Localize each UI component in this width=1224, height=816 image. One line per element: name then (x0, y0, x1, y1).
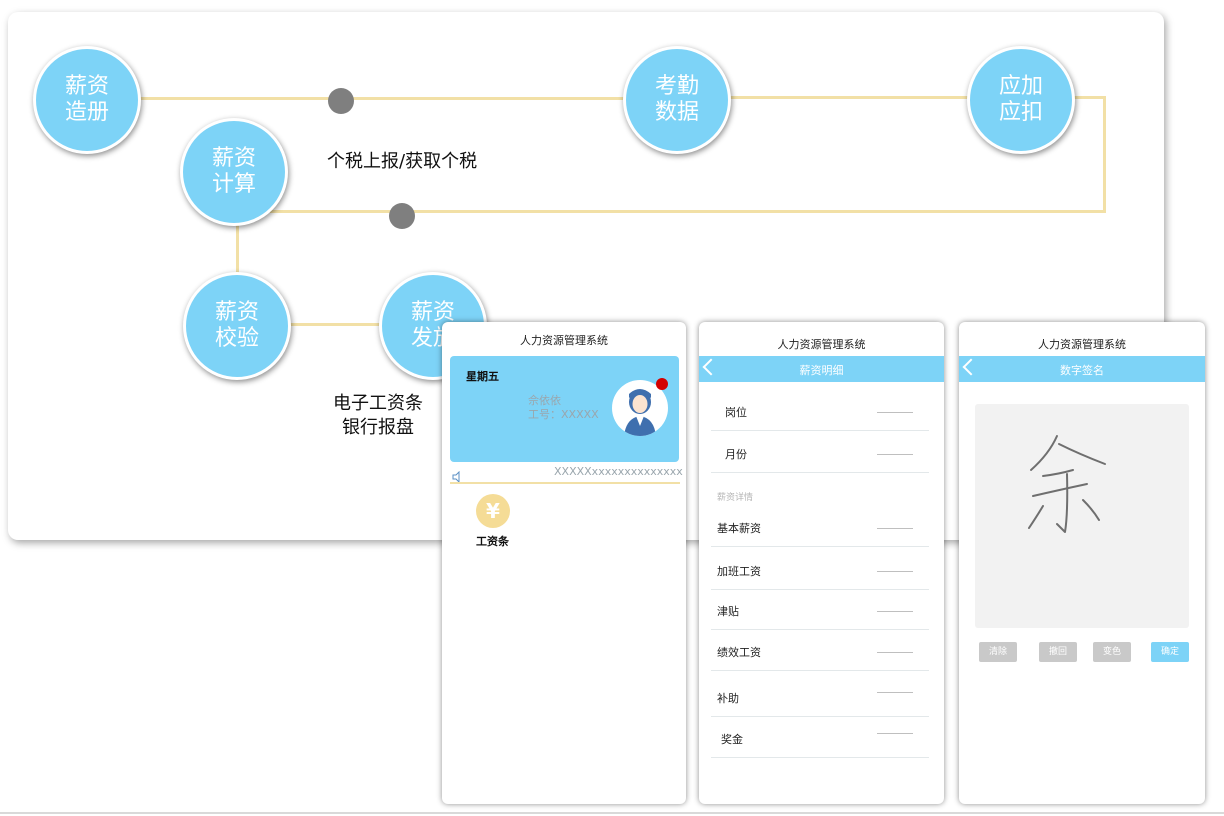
row-label: 月份 (725, 448, 747, 461)
node-add-deduct: 应加 应扣 (967, 46, 1075, 154)
divider (450, 482, 680, 484)
connector-adjust-right (1074, 96, 1106, 99)
clear-button[interactable]: 清除 (979, 642, 1017, 662)
detail-row-month[interactable]: 月份 (711, 434, 929, 473)
note-tax: 个税上报/获取个税 (327, 151, 478, 172)
detail-row-subsidy[interactable]: 补助 (711, 678, 929, 717)
signature-stroke (1028, 435, 1106, 533)
flow-dot-bottom (389, 203, 415, 229)
nav-bar: 数字签名 (959, 356, 1205, 382)
row-label: 津贴 (717, 605, 739, 618)
detail-row-allowance[interactable]: 津贴 (711, 591, 929, 630)
signature-pad[interactable] (975, 404, 1189, 628)
app-title: 人力资源管理系统 (1038, 338, 1126, 351)
node-salary-verify: 薪资 校验 (183, 272, 291, 380)
bottom-rule (0, 812, 1224, 814)
row-label: 加班工资 (717, 565, 761, 578)
phone-signature: 人力资源管理系统 数字签名 清除 撤回 变色 确定 (959, 322, 1205, 804)
nav-bar: 薪资明细 (699, 356, 944, 382)
connector-roster-attendance (140, 97, 626, 100)
note-payout: 电子工资条 银行报盘 (333, 393, 423, 438)
detail-row-base-salary[interactable]: 基本薪资 (711, 508, 929, 547)
node-attendance-data: 考勤 数据 (623, 46, 731, 154)
row-label: 绩效工资 (717, 646, 761, 659)
detail-row-position[interactable]: 岗位 (711, 392, 929, 431)
row-value-placeholder (877, 528, 913, 529)
speaker-icon (452, 468, 464, 487)
phone-home: 人力资源管理系统 星期五 佘依依 工号：XXXXX XXXXXxxxxxxxxx… (442, 322, 686, 804)
app-title: 人力资源管理系统 (520, 334, 608, 347)
app-title: 人力资源管理系统 (777, 338, 866, 351)
connector-calc-verify (236, 222, 239, 278)
node-salary-calc: 薪资 计算 (180, 118, 288, 226)
row-value-placeholder (877, 611, 913, 612)
detail-row-overtime[interactable]: 加班工资 (711, 551, 929, 590)
confirm-button[interactable]: 确定 (1151, 642, 1189, 662)
row-label: 奖金 (721, 733, 743, 746)
yen-icon[interactable]: ¥ (476, 494, 510, 528)
row-value-placeholder (877, 571, 913, 572)
weekday: 星期五 (466, 370, 499, 383)
connector-verify-pay (290, 323, 386, 326)
row-value-placeholder (877, 733, 913, 734)
node-salary-roster: 薪资 造册 (33, 46, 141, 154)
phone-salary-detail: 人力资源管理系统 薪资明细 岗位 月份 薪资详情 基本薪资 加班工资 津贴 绩效… (699, 322, 944, 804)
connector-attendance-adjust (730, 96, 972, 99)
nav-title: 数字签名 (1060, 364, 1104, 377)
user-id: 工号：XXXXX (528, 408, 599, 421)
undo-button[interactable]: 撤回 (1039, 642, 1077, 662)
announcement-ticker: XXXXXxxxxxxxxxxxxxx (554, 465, 683, 478)
payslip-label[interactable]: 工资条 (476, 533, 509, 549)
user-card[interactable]: 星期五 佘依依 工号：XXXXX (450, 356, 679, 462)
section-label: 薪资详情 (717, 493, 754, 503)
row-value-placeholder (877, 652, 913, 653)
row-label: 补助 (717, 692, 739, 705)
row-label: 基本薪资 (717, 522, 761, 535)
notification-badge (656, 378, 668, 390)
nav-title: 薪资明细 (799, 364, 844, 377)
detail-row-performance[interactable]: 绩效工资 (711, 632, 929, 671)
detail-row-bonus[interactable]: 奖金 (711, 719, 929, 758)
row-value-placeholder (877, 692, 913, 693)
row-label: 岗位 (725, 406, 747, 419)
row-value-placeholder (877, 454, 913, 455)
row-value-placeholder (877, 412, 913, 413)
flow-dot-top (328, 88, 354, 114)
connector-right-vertical (1103, 96, 1106, 213)
color-button[interactable]: 变色 (1093, 642, 1131, 662)
